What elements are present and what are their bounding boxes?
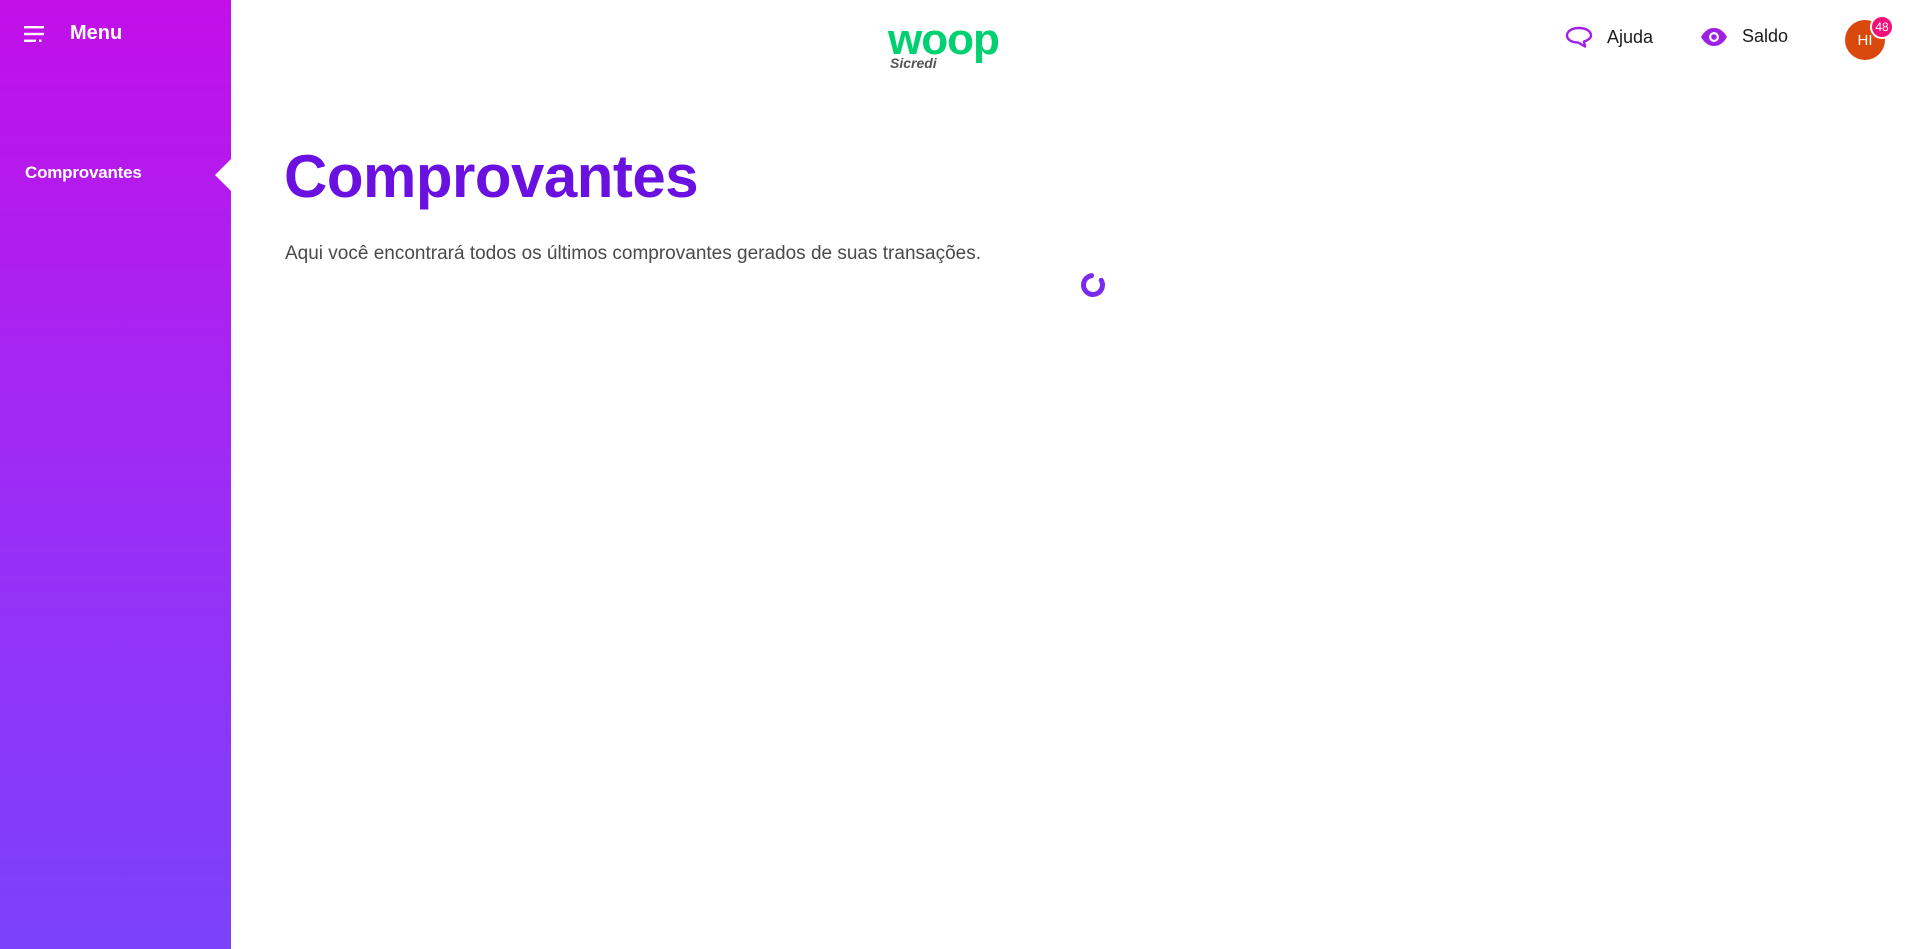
active-item-indicator	[215, 159, 231, 191]
svg-text:Sicredi: Sicredi	[890, 55, 938, 71]
menu-toggle-button[interactable]: Menu	[24, 22, 122, 45]
balance-label: Saldo	[1742, 26, 1789, 46]
page-title: Comprovantes	[284, 143, 699, 210]
eye-icon	[1701, 27, 1727, 46]
spinner-icon	[1081, 273, 1105, 297]
chat-bubble-icon	[1565, 26, 1593, 48]
woop-sicredi-logo[interactable]: woop Sicredi	[888, 20, 1030, 72]
help-button[interactable]: Ajuda	[1565, 26, 1653, 48]
notification-count-badge[interactable]: 48	[1870, 15, 1894, 39]
menu-label: Menu	[70, 22, 123, 44]
hamburger-icon	[24, 25, 44, 42]
sidebar-item-comprovantes[interactable]: Comprovantes	[25, 163, 142, 183]
sidebar: Menu Comprovantes	[0, 0, 231, 949]
help-label: Ajuda	[1607, 26, 1654, 47]
balance-toggle-button[interactable]: Saldo	[1700, 26, 1788, 47]
page-subtitle: Aqui você encontrará todos os últimos co…	[285, 243, 981, 264]
avatar-initials: HI	[1857, 31, 1873, 49]
